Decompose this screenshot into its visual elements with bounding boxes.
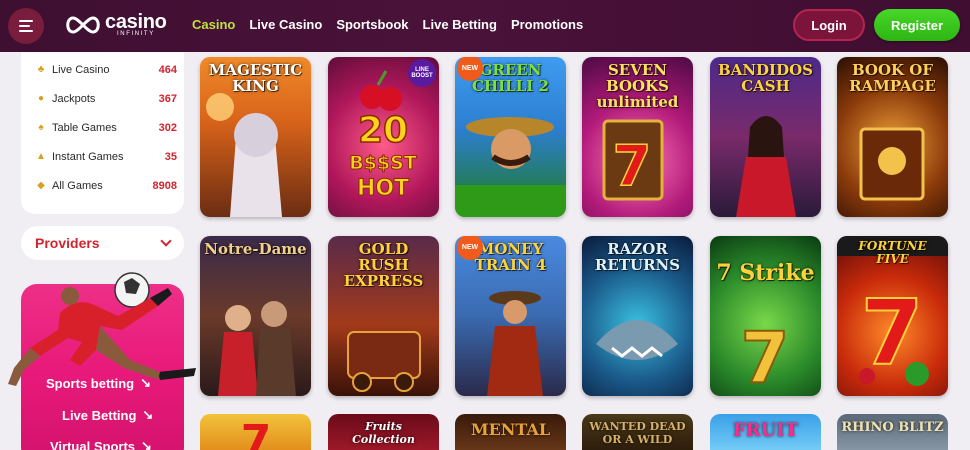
- game-tile-gold-rush-express[interactable]: GOLD RUSH EXPRESS: [328, 236, 439, 396]
- menu-line-icon: [19, 25, 30, 27]
- main-nav: Casino Live Casino Sportsbook Live Betti…: [192, 17, 583, 32]
- svg-text:7: 7: [741, 317, 790, 396]
- game-tile-bandidos-cash[interactable]: BANDIDOS CASH: [710, 57, 821, 217]
- game-tile-fruit[interactable]: FRUIT: [710, 414, 821, 450]
- game-tile-magestic-king[interactable]: MAGESTIC KING: [200, 57, 311, 217]
- game-title: WANTED DEAD OR A WILD: [589, 420, 686, 446]
- nav-casino[interactable]: Casino: [192, 17, 235, 32]
- game-tile-seven-bottom[interactable]: 7: [200, 414, 311, 450]
- game-tile-mental[interactable]: MENTAL: [455, 414, 566, 450]
- arrow-down-right-icon: ↘: [142, 407, 154, 422]
- jackpot-icon: ●: [37, 93, 45, 104]
- table-games-icon: ♠: [38, 122, 44, 133]
- arrow-down-right-icon: ↘: [141, 438, 152, 450]
- category-label: Instant Games: [52, 151, 124, 163]
- live-casino-icon: ♣: [37, 64, 45, 75]
- game-tile-fruits-collection[interactable]: Fruits Collection: [328, 414, 439, 450]
- category-label: All Games: [52, 180, 103, 192]
- promo-link-label: Live Betting: [62, 407, 137, 423]
- hamburger-menu-button[interactable]: [8, 8, 44, 44]
- category-count: 35: [164, 151, 177, 163]
- category-count: 464: [158, 64, 177, 76]
- game-title: 7 Strike: [716, 260, 815, 286]
- menu-line-icon: [19, 30, 33, 32]
- svg-text:B$$ST: B$$ST: [349, 152, 417, 174]
- game-tile-green-chilli-2[interactable]: GREEN CHILLI 2 NEW: [455, 57, 566, 217]
- game-title: RAZOR RETURNS: [594, 240, 681, 274]
- game-title: Notre-Dame: [204, 240, 307, 258]
- category-label: Live Casino: [52, 64, 110, 76]
- game-tile-book-of-rampage[interactable]: BOOK OF RAMPAGE: [837, 57, 948, 217]
- category-count: 8908: [152, 180, 177, 192]
- instant-games-icon: ▲: [36, 151, 46, 162]
- svg-text:7: 7: [241, 416, 272, 450]
- game-tile-fortune-five[interactable]: 7 FORTUNE FIVE: [837, 236, 948, 396]
- category-count: 302: [158, 122, 177, 134]
- game-title: BOOK OF RAMPAGE: [849, 61, 936, 95]
- line-boost-badge: LINE BOOST: [408, 59, 436, 87]
- category-table-games[interactable]: ♠ Table Games 302: [35, 119, 177, 137]
- game-tile-7-strike[interactable]: 7 7 Strike: [710, 236, 821, 396]
- nav-sportsbook[interactable]: Sportsbook: [336, 17, 408, 32]
- svg-text:HOT: HOT: [357, 176, 409, 201]
- nav-live-casino[interactable]: Live Casino: [249, 17, 322, 32]
- game-tile-razor-returns[interactable]: RAZOR RETURNS: [582, 236, 693, 396]
- game-title: MAGESTIC KING: [208, 61, 303, 95]
- game-title: Fruits Collection: [352, 420, 415, 446]
- game-title: MENTAL: [470, 420, 551, 439]
- game-tile-money-train-4[interactable]: MONEY TRAIN 4 NEW: [455, 236, 566, 396]
- game-title: SEVEN BOOKS unlimited: [596, 61, 679, 111]
- game-title: BANDIDOS CASH: [718, 61, 813, 95]
- game-title: RHINO BLITZ: [841, 420, 944, 435]
- game-tile-wanted[interactable]: WANTED DEAD OR A WILD: [582, 414, 693, 450]
- category-count: 367: [158, 93, 177, 105]
- svg-text:20: 20: [358, 110, 408, 151]
- menu-line-icon: [19, 20, 33, 22]
- category-list: ♣ Live Casino 464 ● Jackpots 367 ♠ Table…: [21, 52, 184, 214]
- promo-link-live-betting[interactable]: Live Betting ↘: [62, 407, 153, 423]
- logo-main-text: casino: [105, 11, 167, 33]
- category-label: Jackpots: [52, 93, 96, 105]
- game-tile-seven-books[interactable]: 7 SEVEN BOOKS unlimited: [582, 57, 693, 217]
- login-button[interactable]: Login: [793, 9, 865, 41]
- chevron-down-icon: [160, 235, 172, 247]
- category-jackpots[interactable]: ● Jackpots 367: [35, 90, 177, 108]
- promo-link-label: Virtual Sports: [50, 438, 136, 450]
- characters-image: [218, 301, 296, 396]
- game-tile-notre-dame[interactable]: Notre-Dame: [200, 236, 311, 396]
- casino-infinity-logo[interactable]: casino INFINITY: [63, 12, 167, 37]
- svg-text:7: 7: [613, 134, 652, 199]
- football-player-image: [8, 272, 196, 386]
- register-button[interactable]: Register: [874, 9, 960, 41]
- game-tile-rhino-blitz[interactable]: RHINO BLITZ: [837, 414, 948, 450]
- game-title: GOLD RUSH EXPRESS: [343, 240, 424, 290]
- all-games-icon: ◆: [37, 180, 45, 191]
- providers-label: Providers: [35, 235, 100, 251]
- seven-image: 7: [241, 416, 272, 450]
- category-live-casino[interactable]: ♣ Live Casino 464: [35, 61, 177, 79]
- game-title: FRUIT: [732, 420, 799, 441]
- top-header: casino INFINITY Casino Live Casino Sport…: [0, 0, 970, 52]
- nav-promotions[interactable]: Promotions: [511, 17, 583, 32]
- category-instant-games[interactable]: ▲ Instant Games 35: [35, 148, 177, 166]
- game-title: FORTUNE FIVE: [858, 239, 927, 266]
- infinity-icon: [66, 15, 100, 34]
- category-all-games[interactable]: ◆ All Games 8908: [35, 177, 177, 195]
- category-label: Table Games: [52, 122, 117, 134]
- nav-live-betting[interactable]: Live Betting: [423, 17, 497, 32]
- promo-link-virtual-sports[interactable]: Virtual Sports ↘: [50, 438, 152, 450]
- providers-dropdown[interactable]: Providers: [21, 226, 184, 260]
- game-tile-20-boost-hot[interactable]: 20 B$$ST HOT LINE BOOST: [328, 57, 439, 217]
